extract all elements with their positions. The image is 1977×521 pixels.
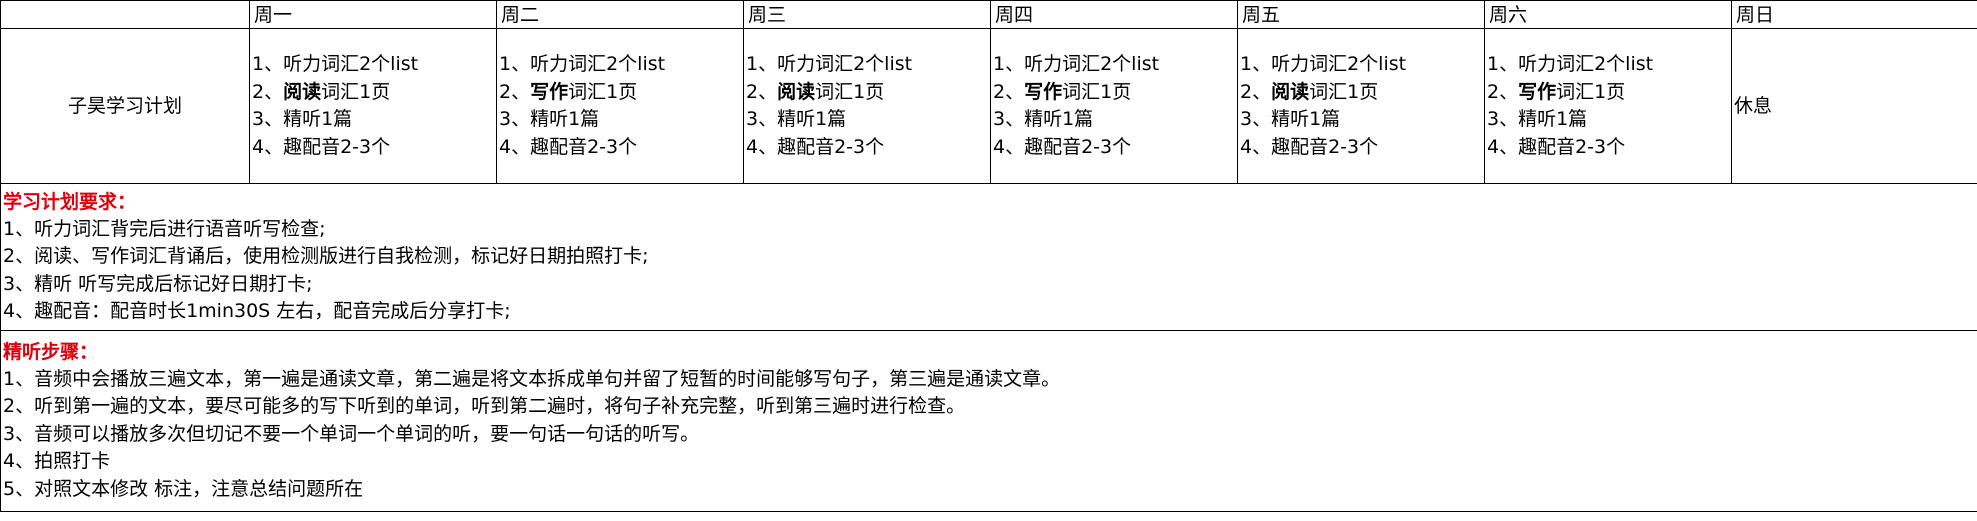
task-bold: 写作 (1024, 80, 1063, 103)
study-plan-table: 周一 周二 周三 周四 周五 周六 周日 子昊学习计划 1、听力词汇2个list… (0, 0, 1977, 512)
task-line: 1、听力词汇2个list (746, 53, 913, 75)
task-line: 1、听力词汇2个list (1487, 53, 1654, 75)
task-line: 1、听力词汇2个list (993, 53, 1160, 75)
day-header-wed[interactable]: 周三 (743, 0, 991, 29)
step-line: 2、听到第一遍的文本，要尽可能多的写下听到的单词，听到第二遍时，将句子补充完整，… (3, 395, 966, 418)
task-prefix: 2、 (1487, 80, 1519, 103)
task-suffix: 词汇1页 (1309, 80, 1379, 103)
plan-row: 子昊学习计划 1、听力词汇2个list 2、阅读词汇1页 3、精听1篇 4、趣配… (0, 28, 1977, 184)
task-line: 4、趣配音2-3个 (499, 135, 638, 158)
task-line: 3、精听1篇 (499, 108, 600, 130)
task-bold: 阅读 (777, 80, 816, 103)
spreadsheet: 周一 周二 周三 周四 周五 周六 周日 子昊学习计划 1、听力词汇2个list… (0, 0, 1977, 521)
step-line: 3、音频可以播放多次但切记不要一个单词一个单词的听，要一句话一句话的听写。 (3, 422, 700, 445)
task-prefix: 2、 (1240, 80, 1272, 103)
requirement-line: 3、精听 听写完成后标记好日期打卡; (3, 272, 313, 295)
task-bold: 阅读 (1271, 80, 1310, 103)
day-header-sat[interactable]: 周六 (1484, 0, 1732, 29)
plan-cell-tue[interactable]: 1、听力词汇2个list 2、写作词汇1页 3、精听1篇 4、趣配音2-3个 (496, 28, 744, 184)
task-line: 4、趣配音2-3个 (1487, 135, 1626, 158)
task-line: 2、写作词汇1页 (1487, 79, 1729, 107)
corner-cell[interactable] (0, 0, 250, 29)
task-bold: 写作 (530, 80, 569, 103)
step-line: 5、对照文本修改 标注，注意总结问题所在 (3, 477, 364, 500)
steps-cell[interactable]: 精听步骤： 1、音频中会播放三遍文本，第一遍是通读文章，第二遍是将文本拆成单句并… (0, 330, 1977, 512)
task-line: 2、阅读词汇1页 (252, 79, 494, 107)
task-suffix: 词汇1页 (1556, 80, 1626, 103)
task-line: 3、精听1篇 (746, 108, 847, 130)
step-line: 1、音频中会播放三遍文本，第一遍是通读文章，第二遍是将文本拆成单句并留了短暂的时… (3, 367, 1061, 390)
requirements-row: 学习计划要求： 1、听力词汇背完后进行语音听写检查; 2、阅读、写作词汇背诵后，… (0, 183, 1977, 331)
requirement-line: 4、趣配音：配音时长1min30S 左右，配音完成后分享打卡; (3, 300, 511, 322)
steps-row: 精听步骤： 1、音频中会播放三遍文本，第一遍是通读文章，第二遍是将文本拆成单句并… (0, 330, 1977, 512)
task-line: 1、听力词汇2个list (252, 53, 419, 75)
task-line: 2、阅读词汇1页 (1240, 79, 1482, 107)
task-line: 2、阅读词汇1页 (746, 79, 988, 107)
task-line: 1、听力词汇2个list (499, 53, 666, 75)
plan-cell-fri[interactable]: 1、听力词汇2个list 2、阅读词汇1页 3、精听1篇 4、趣配音2-3个 (1237, 28, 1485, 184)
task-line: 1、听力词汇2个list (1240, 53, 1407, 75)
task-suffix: 词汇1页 (1062, 80, 1132, 103)
day-header-thu[interactable]: 周四 (990, 0, 1238, 29)
requirements-title: 学习计划要求： (3, 190, 137, 213)
plan-cell-mon[interactable]: 1、听力词汇2个list 2、阅读词汇1页 3、精听1篇 4、趣配音2-3个 (249, 28, 497, 184)
task-line: 4、趣配音2-3个 (993, 135, 1132, 158)
day-header-sun[interactable]: 周日 (1731, 0, 1977, 29)
day-header-fri[interactable]: 周五 (1237, 0, 1485, 29)
task-bold: 阅读 (283, 80, 322, 103)
task-line: 3、精听1篇 (1240, 108, 1341, 130)
task-line: 4、趣配音2-3个 (746, 135, 885, 158)
task-line: 2、写作词汇1页 (499, 79, 741, 107)
task-suffix: 词汇1页 (321, 80, 391, 103)
plan-cell-thu[interactable]: 1、听力词汇2个list 2、写作词汇1页 3、精听1篇 4、趣配音2-3个 (990, 28, 1238, 184)
task-prefix: 2、 (746, 80, 778, 103)
task-prefix: 2、 (993, 80, 1025, 103)
day-header-mon[interactable]: 周一 (249, 0, 497, 29)
task-line: 3、精听1篇 (252, 108, 353, 130)
task-line: 4、趣配音2-3个 (252, 135, 391, 158)
task-suffix: 词汇1页 (815, 80, 885, 103)
task-line: 4、趣配音2-3个 (1240, 135, 1379, 158)
plan-cell-sat[interactable]: 1、听力词汇2个list 2、写作词汇1页 3、精听1篇 4、趣配音2-3个 (1484, 28, 1732, 184)
task-prefix: 2、 (499, 80, 531, 103)
plan-cell-wed[interactable]: 1、听力词汇2个list 2、阅读词汇1页 3、精听1篇 4、趣配音2-3个 (743, 28, 991, 184)
task-suffix: 词汇1页 (568, 80, 638, 103)
header-row: 周一 周二 周三 周四 周五 周六 周日 (0, 0, 1977, 29)
day-header-tue[interactable]: 周二 (496, 0, 744, 29)
task-line: 2、写作词汇1页 (993, 79, 1235, 107)
task-prefix: 2、 (252, 80, 284, 103)
plan-cell-sun[interactable]: 休息 (1731, 28, 1977, 184)
step-line: 4、拍照打卡 (3, 450, 111, 473)
requirement-line: 1、听力词汇背完后进行语音听写检查; (3, 217, 326, 240)
requirements-cell[interactable]: 学习计划要求： 1、听力词汇背完后进行语音听写检查; 2、阅读、写作词汇背诵后，… (0, 183, 1977, 331)
task-line: 3、精听1篇 (993, 108, 1094, 130)
plan-title-cell[interactable]: 子昊学习计划 (0, 28, 250, 184)
task-bold: 写作 (1518, 80, 1557, 103)
task-line: 3、精听1篇 (1487, 108, 1588, 130)
steps-title: 精听步骤： (3, 340, 99, 363)
requirement-line: 2、阅读、写作词汇背诵后，使用检测版进行自我检测，标记好日期拍照打卡; (3, 245, 649, 267)
